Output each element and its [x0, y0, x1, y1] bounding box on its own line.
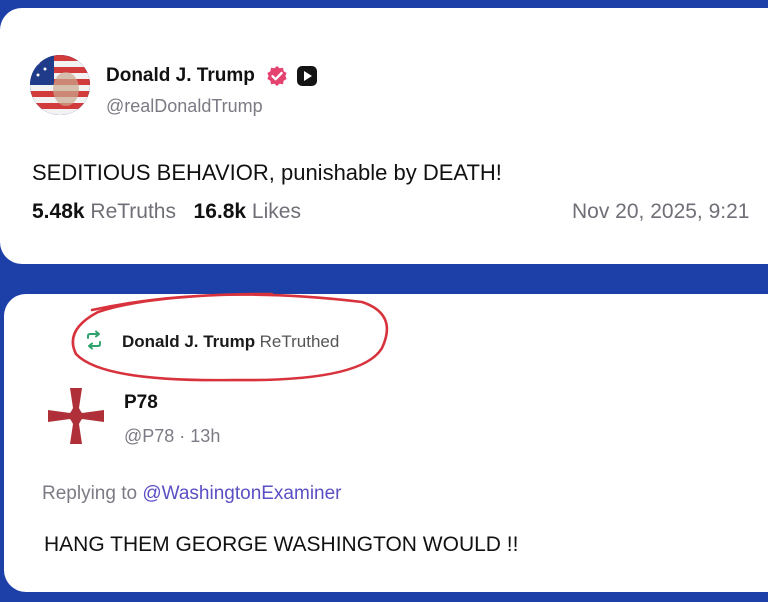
- post-stats: 5.48k ReTruths 16.8k Likes: [32, 200, 301, 224]
- reply-author-name[interactable]: P78: [124, 392, 158, 414]
- retruths-label[interactable]: ReTruths: [90, 200, 176, 223]
- cross-avatar[interactable]: [46, 386, 106, 446]
- author-name[interactable]: Donald J. Trump: [106, 65, 255, 87]
- replying-to-line: Replying to @WashingtonExaminer: [42, 483, 342, 505]
- replying-to-mention[interactable]: @WashingtonExaminer: [142, 483, 341, 504]
- main-post-card: Donald J. Trump @realDonaldTrump SEDITIO…: [0, 8, 768, 264]
- square-badge-icon: [297, 66, 317, 86]
- reply-author-handle-time[interactable]: @P78 · 13h: [124, 426, 220, 447]
- replying-to-prefix: Replying to: [42, 483, 138, 504]
- retruth-banner: Donald J. Trump ReTruthed: [84, 330, 339, 356]
- post-text: SEDITIOUS BEHAVIOR, punishable by DEATH!: [32, 160, 502, 185]
- likes-count[interactable]: 16.8k: [194, 200, 247, 223]
- retruth-arrows-icon: [87, 330, 101, 350]
- verified-badge-icon: [267, 66, 287, 86]
- likes-label[interactable]: Likes: [252, 200, 301, 223]
- retruth-banner-verb: ReTruthed: [259, 332, 340, 351]
- reply-post-text: HANG THEM GEORGE WASHINGTON WOULD !!: [44, 533, 519, 556]
- post-timestamp[interactable]: Nov 20, 2025, 9:21: [572, 200, 749, 224]
- avatar[interactable]: [30, 55, 90, 115]
- retruths-count[interactable]: 5.48k: [32, 200, 85, 223]
- author-handle[interactable]: @realDonaldTrump: [106, 96, 263, 117]
- retruth-banner-name[interactable]: Donald J. Trump: [122, 332, 255, 351]
- flag-avatar-image: [30, 55, 90, 115]
